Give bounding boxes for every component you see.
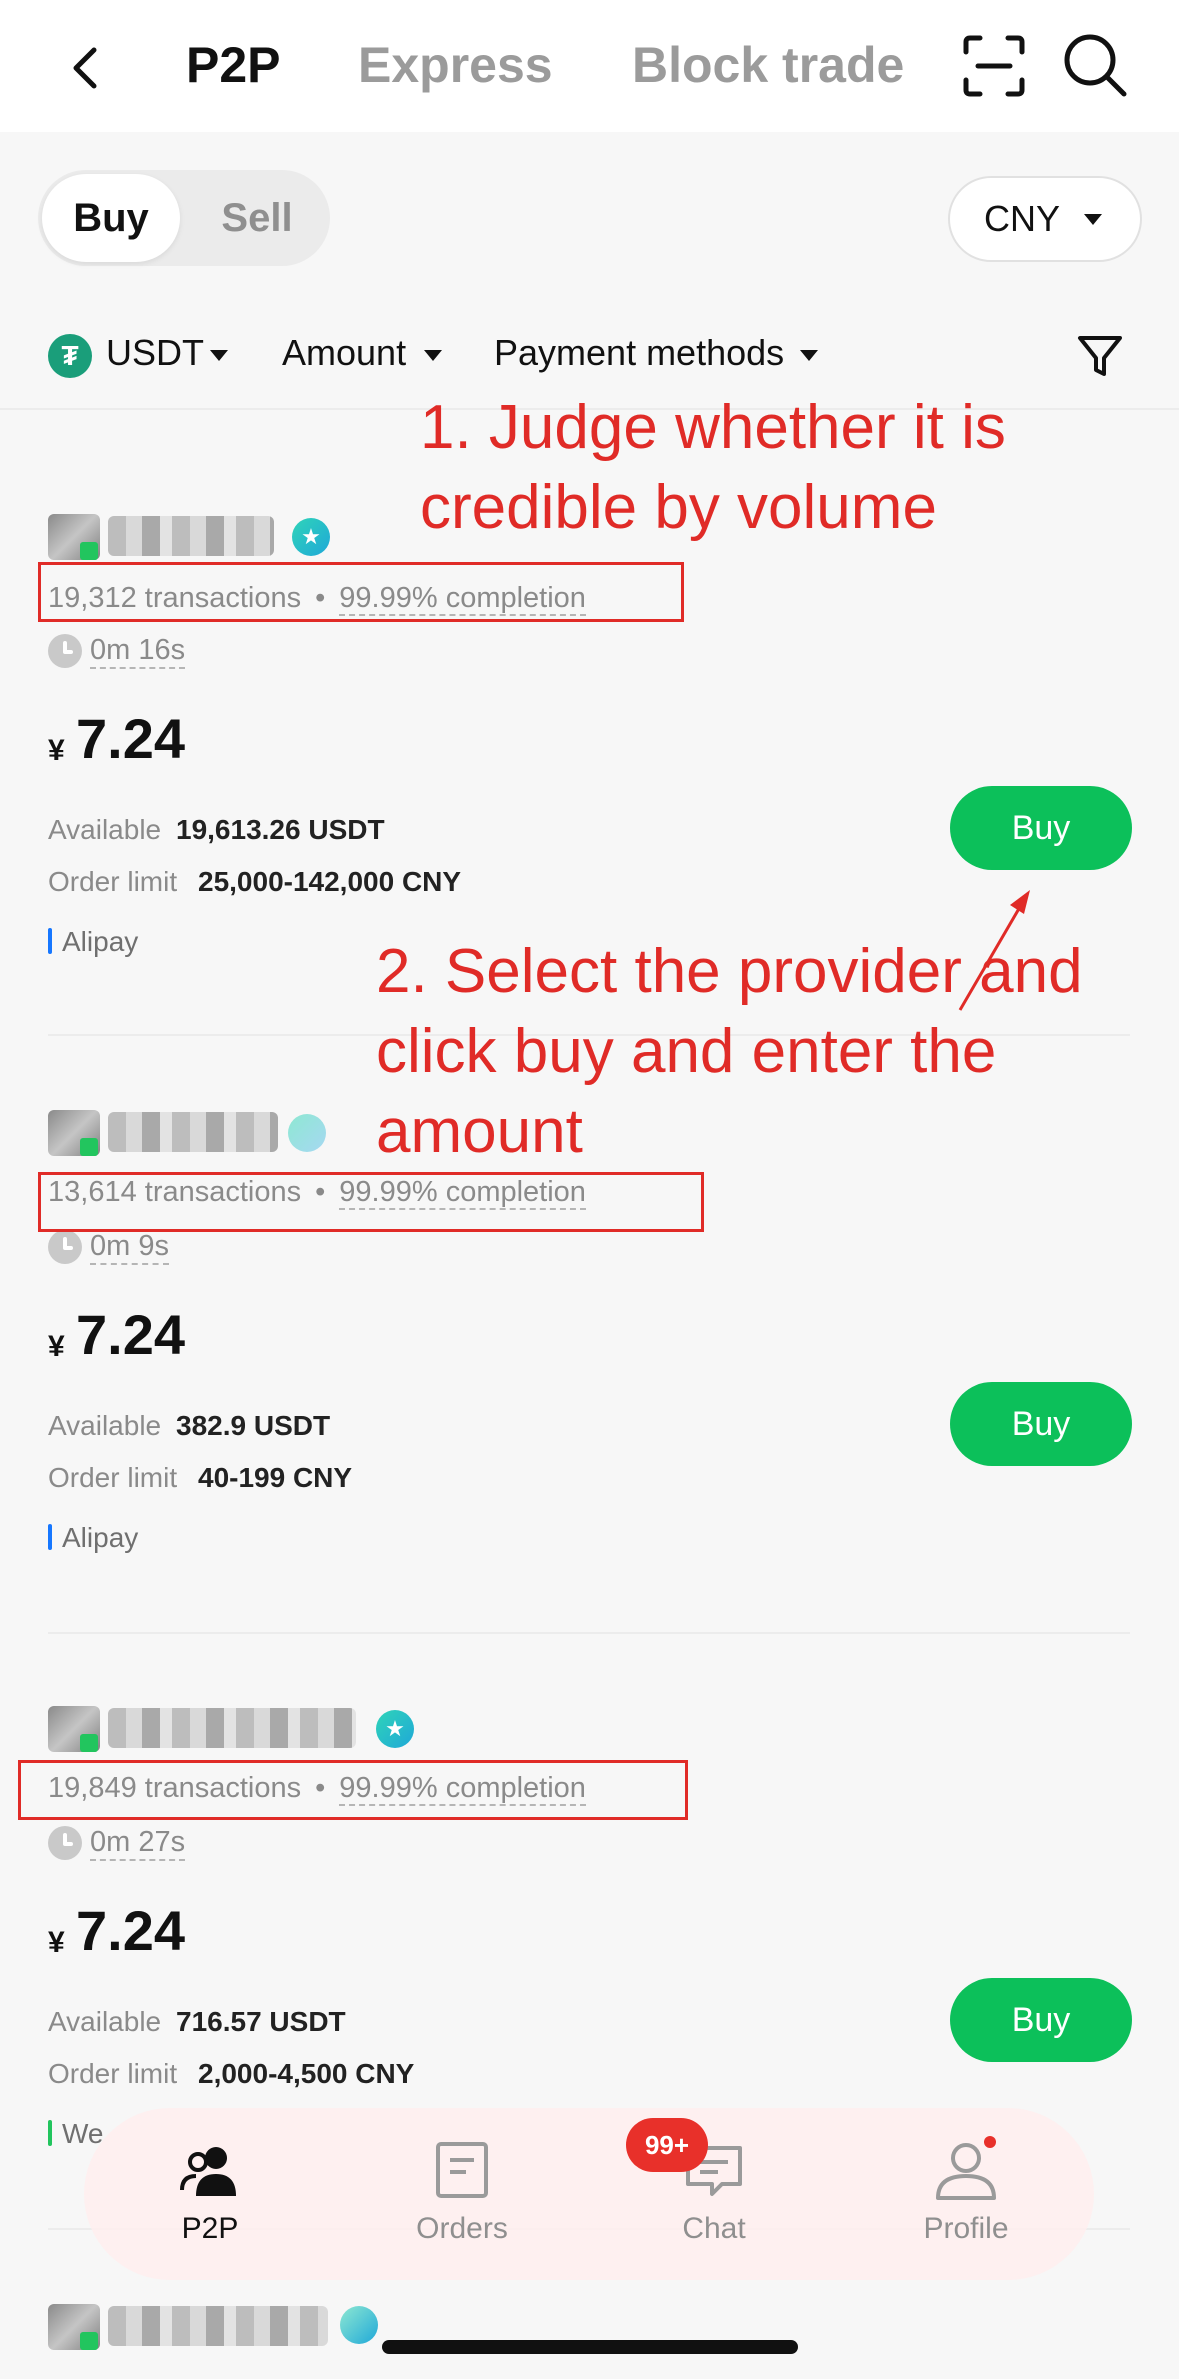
payment-marker bbox=[48, 1524, 52, 1550]
amount-filter[interactable]: Amount bbox=[282, 332, 406, 374]
available-label: Available bbox=[48, 1410, 162, 1441]
nav-orders[interactable]: Orders bbox=[372, 2108, 552, 2280]
payment-method: We bbox=[62, 2118, 104, 2149]
annotation-box bbox=[18, 1760, 688, 1820]
bottom-nav: P2P Orders Chat Profile bbox=[84, 2108, 1094, 2280]
order-limit-label: Order limit bbox=[48, 866, 178, 897]
verified-badge-icon: ★ bbox=[292, 518, 330, 556]
verified-badge-icon bbox=[288, 1114, 326, 1152]
buy-button[interactable]: Buy bbox=[950, 1382, 1132, 1466]
avg-pay-time[interactable]: 0m 9s bbox=[90, 1230, 169, 1265]
avatar bbox=[48, 2304, 100, 2350]
annotation-line: amount bbox=[376, 1097, 583, 1166]
order-limit-value: 40-199 CNY bbox=[198, 1462, 353, 1493]
payment-method: Alipay bbox=[62, 1522, 139, 1553]
nav-label: Profile bbox=[923, 2212, 1009, 2245]
annotation-line: click buy and enter the bbox=[376, 1017, 997, 1086]
fiat-currency-select[interactable]: CNY bbox=[948, 176, 1142, 262]
available-amount: 716.57 USDT bbox=[176, 2006, 346, 2037]
nav-label: Orders bbox=[416, 2212, 508, 2245]
tether-icon: ₮ bbox=[48, 334, 92, 378]
avg-pay-time[interactable]: 0m 16s bbox=[90, 634, 186, 669]
asset-filter[interactable]: USDT bbox=[106, 332, 204, 374]
scan-button[interactable] bbox=[962, 34, 1026, 98]
profile-notification-dot bbox=[984, 2136, 996, 2148]
order-limit-value: 25,000-142,000 CNY bbox=[198, 866, 462, 897]
filter-button[interactable] bbox=[1076, 332, 1124, 380]
avg-pay-time[interactable]: 0m 27s bbox=[90, 1826, 186, 1861]
clock-icon bbox=[48, 1230, 82, 1264]
currency-symbol: ¥ bbox=[48, 1330, 65, 1363]
available-label: Available bbox=[48, 2006, 162, 2037]
annotation-line: 1. Judge whether it is bbox=[420, 393, 1006, 462]
merchant-name-blurred[interactable] bbox=[108, 2306, 328, 2346]
top-nav: P2P Express Block trade bbox=[0, 0, 1179, 132]
currency-symbol: ¥ bbox=[48, 734, 65, 767]
annotation-note-2: 2. Select the provider and click buy and… bbox=[376, 932, 1083, 1172]
orders-icon bbox=[436, 2142, 488, 2198]
merchant-name-blurred[interactable] bbox=[108, 1112, 278, 1152]
unit-price: 7.24 bbox=[76, 1899, 185, 1962]
order-limit-value: 2,000-4,500 CNY bbox=[198, 2058, 415, 2089]
verified-badge-icon bbox=[340, 2306, 378, 2344]
unit-price: 7.24 bbox=[76, 707, 185, 770]
funnel-icon bbox=[1078, 336, 1122, 376]
payment-method: Alipay bbox=[62, 926, 139, 957]
annotation-line: 2. Select the provider and bbox=[376, 937, 1083, 1006]
merchant-name-blurred[interactable] bbox=[108, 1708, 356, 1748]
currency-symbol: ¥ bbox=[48, 1926, 65, 1959]
avatar bbox=[48, 1110, 100, 1156]
nav-label: P2P bbox=[181, 2212, 239, 2245]
avatar bbox=[48, 1706, 100, 1752]
avatar bbox=[48, 514, 100, 560]
chevron-down-icon bbox=[210, 350, 228, 361]
payment-marker bbox=[48, 928, 52, 954]
chevron-down-icon bbox=[424, 350, 442, 361]
home-indicator[interactable] bbox=[382, 2340, 798, 2354]
search-icon bbox=[1064, 34, 1127, 97]
available-label: Available bbox=[48, 814, 162, 845]
annotation-box bbox=[38, 562, 684, 622]
search-button[interactable] bbox=[1060, 30, 1130, 100]
nav-p2p[interactable]: P2P bbox=[120, 2108, 300, 2280]
unit-price: 7.24 bbox=[76, 1303, 185, 1366]
nav-profile[interactable]: Profile bbox=[876, 2108, 1056, 2280]
nav-label: Chat bbox=[682, 2212, 746, 2245]
sell-toggle-option[interactable]: Sell bbox=[188, 174, 326, 262]
tab-p2p[interactable]: P2P bbox=[186, 36, 281, 94]
buy-toggle-option[interactable]: Buy bbox=[42, 174, 180, 262]
available-amount: 19,613.26 USDT bbox=[176, 814, 385, 845]
clock-icon bbox=[48, 1826, 82, 1860]
chevron-down-icon bbox=[1084, 214, 1102, 225]
annotation-line: credible by volume bbox=[420, 473, 937, 542]
annotation-note-1: 1. Judge whether it is credible by volum… bbox=[420, 388, 1006, 548]
fiat-currency-label: CNY bbox=[984, 198, 1061, 239]
buy-button[interactable]: Buy bbox=[950, 1978, 1132, 2062]
merchant-name-blurred[interactable] bbox=[108, 516, 274, 556]
buy-button[interactable]: Buy bbox=[950, 786, 1132, 870]
clock-icon bbox=[48, 634, 82, 668]
chat-unread-badge: 99+ bbox=[626, 2118, 708, 2172]
back-icon bbox=[73, 47, 97, 89]
tab-block-trade[interactable]: Block trade bbox=[632, 36, 904, 94]
payment-methods-filter[interactable]: Payment methods bbox=[494, 332, 784, 374]
order-limit-label: Order limit bbox=[48, 2058, 178, 2089]
annotation-box bbox=[38, 1172, 704, 1232]
chevron-down-icon bbox=[800, 350, 818, 361]
payment-marker bbox=[48, 2120, 52, 2146]
buy-sell-toggle: Buy Sell bbox=[38, 170, 330, 266]
screen: P2P Express Block trade Buy Sell CNY ₮ U… bbox=[0, 0, 1179, 2379]
tab-express[interactable]: Express bbox=[358, 36, 553, 94]
available-amount: 382.9 USDT bbox=[176, 1410, 331, 1441]
back-button[interactable] bbox=[62, 38, 110, 98]
scan-icon bbox=[963, 35, 1025, 97]
users-icon bbox=[180, 2147, 236, 2196]
order-limit-label: Order limit bbox=[48, 1462, 178, 1493]
verified-badge-icon: ★ bbox=[376, 1710, 414, 1748]
